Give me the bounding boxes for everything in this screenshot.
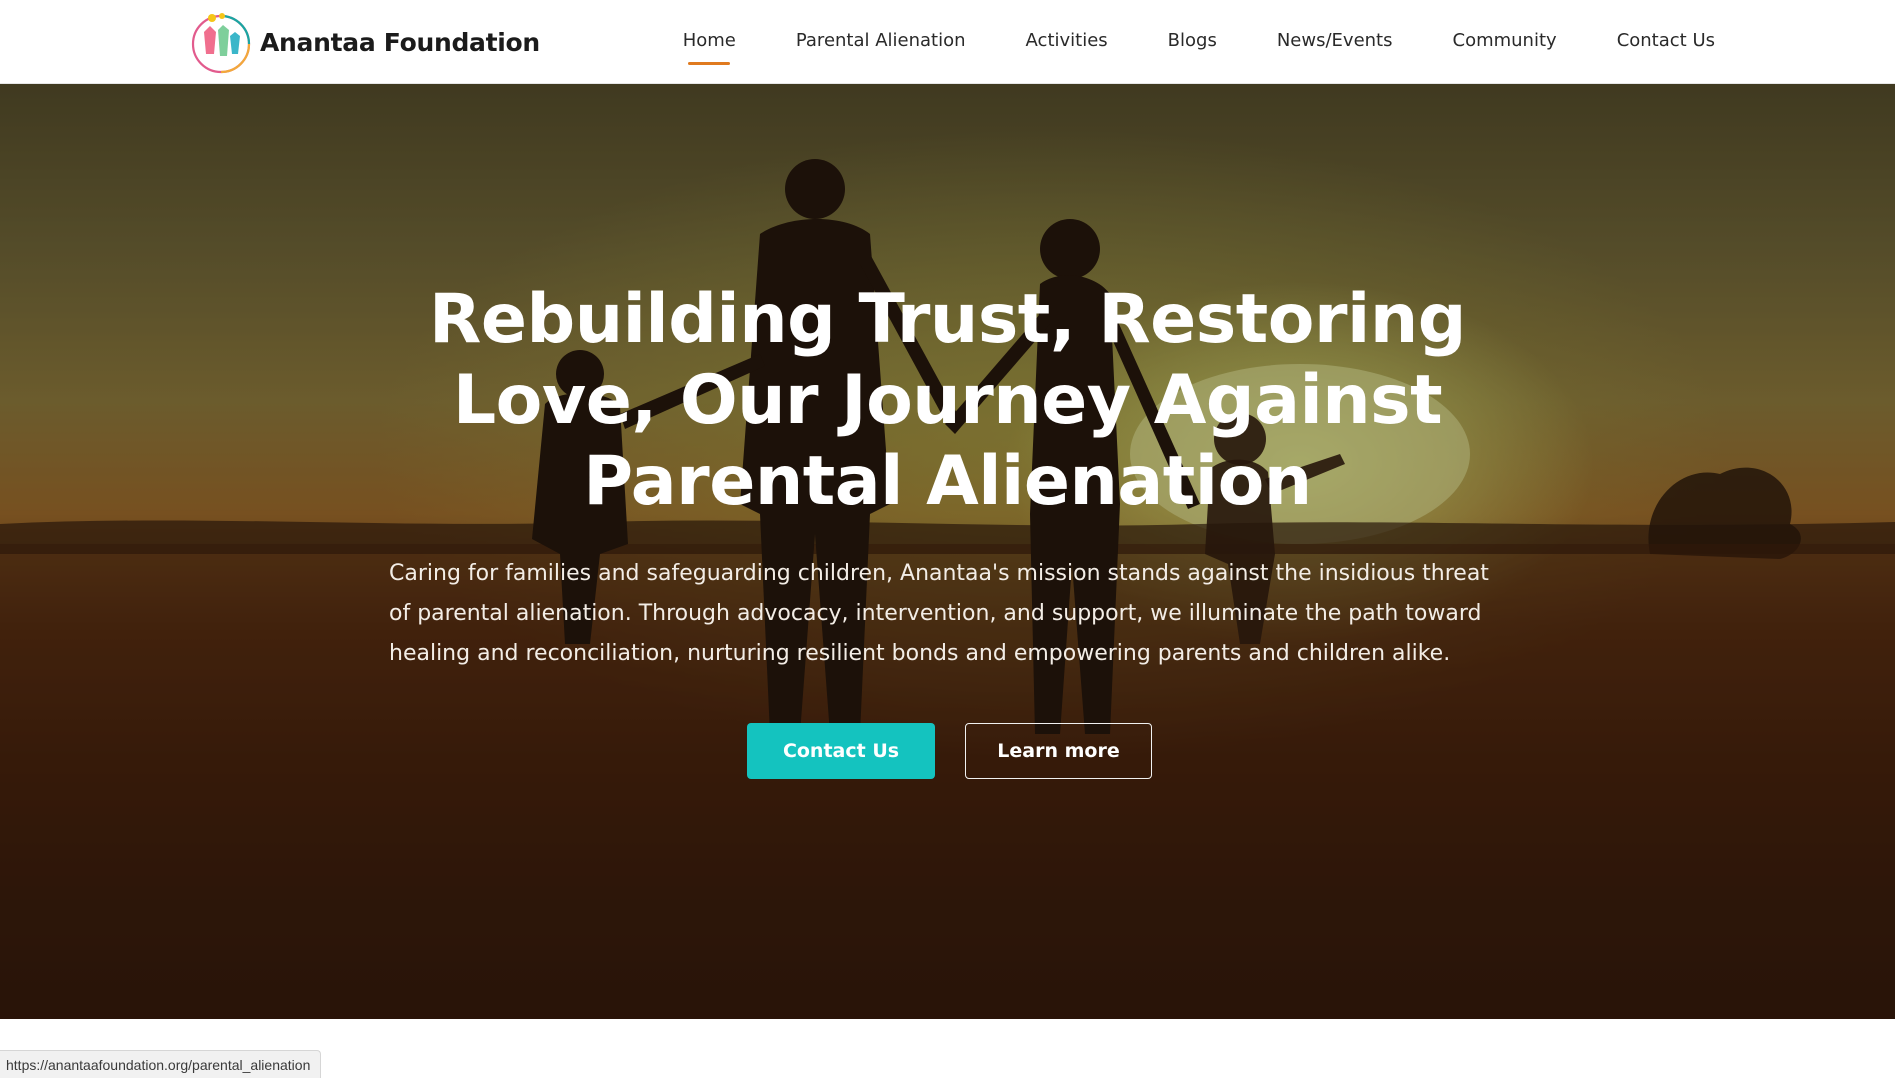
main-navigation: Home Parental Alienation Activities Blog… bbox=[623, 0, 1715, 80]
site-logo[interactable]: Anantaa Foundation bbox=[188, 10, 540, 74]
nav-parental-alienation[interactable]: Parental Alienation bbox=[796, 24, 966, 57]
nav-community[interactable]: Community bbox=[1453, 24, 1557, 57]
learn-more-button[interactable]: Learn more bbox=[965, 723, 1152, 779]
hero-section: Rebuilding Trust, Restoring Love, Our Jo… bbox=[0, 84, 1895, 1019]
foundation-logo-icon bbox=[191, 13, 251, 74]
hero-title-line: Rebuilding Trust, Restoring bbox=[429, 280, 1466, 359]
hero-overlay bbox=[0, 84, 1895, 1019]
status-url: https://anantaafoundation.org/parental_a… bbox=[6, 1056, 311, 1073]
nav-home[interactable]: Home bbox=[683, 24, 736, 57]
site-header: Anantaa Foundation Home Parental Alienat… bbox=[0, 0, 1895, 84]
nav-contact-us[interactable]: Contact Us bbox=[1617, 24, 1715, 57]
hero-description-line: healing and reconciliation, nurturing re… bbox=[389, 641, 1451, 666]
hero-description-line: Caring for families and safeguarding chi… bbox=[389, 561, 1489, 586]
hero-description: Caring for families and safeguarding chi… bbox=[389, 554, 1519, 674]
hero-title: Rebuilding Trust, Restoring Love, Our Jo… bbox=[400, 279, 1495, 522]
nav-news-events[interactable]: News/Events bbox=[1277, 24, 1393, 57]
nav-blogs[interactable]: Blogs bbox=[1168, 24, 1217, 57]
hero-title-line: Parental Alienation bbox=[583, 442, 1312, 521]
nav-activities[interactable]: Activities bbox=[1026, 24, 1108, 57]
link-preview-status-bar: https://anantaafoundation.org/parental_a… bbox=[0, 1050, 322, 1078]
brand-name: Anantaa Foundation bbox=[260, 27, 540, 57]
hero-title-line: Love, Our Journey Against bbox=[452, 361, 1443, 440]
hero-description-line: of parental alienation. Through advocacy… bbox=[389, 601, 1482, 626]
contact-us-button[interactable]: Contact Us bbox=[747, 723, 935, 779]
